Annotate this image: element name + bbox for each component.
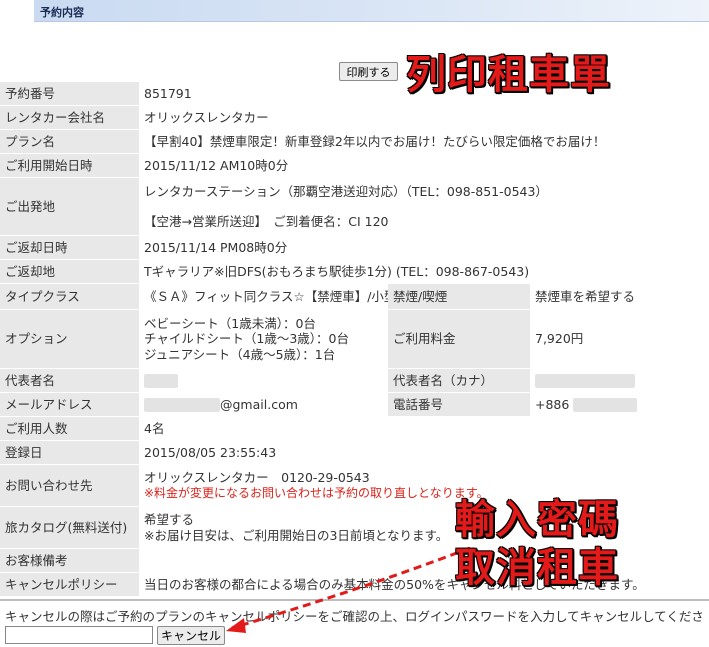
row-registered: 登録日 2015/08/05 23:55:43 (0, 441, 709, 464)
label-return-place: ご返却地 (0, 260, 139, 283)
row-plan: プラン名 【早割40】禁煙車限定！新車登録2年以内でお届け！たびらい限定価格でお… (0, 130, 709, 153)
value-email: @gmail.com (139, 393, 388, 416)
value-phone: +886 (530, 393, 709, 416)
annotation-print-label: 列印租車單 (406, 52, 611, 98)
catalog-note: ※お届け目安は、ご利用開始日の3日前頃となります。 (144, 527, 449, 543)
cancel-button[interactable]: キャンセル (157, 626, 225, 645)
catalog-request: 希望する (144, 511, 195, 527)
value-smoking: 禁煙車を希望する (535, 288, 636, 304)
value-representative-kana (530, 369, 709, 392)
row-people: ご利用人数 4名 (0, 417, 709, 440)
value-catalog: 希望する ※お届け目安は、ご利用開始日の3日前頃となります。 (139, 507, 709, 548)
value-return-place: Tギャラリア※旧DFS(おもろまち駅徒歩1分) (TEL：098-867-054… (144, 263, 530, 279)
value-registered: 2015/08/05 23:55:43 (144, 444, 277, 460)
option-child-seat: チャイルドシート（1歳〜3歳）：0台 (144, 331, 349, 347)
section-header-bar: 予約内容 (34, 0, 709, 22)
label-plan: プラン名 (0, 130, 139, 153)
label-phone: 電話番号 (388, 393, 530, 416)
option-baby-seat: ベビーシート（1歳未満）：0台 (144, 315, 316, 331)
label-cancel-policy: キャンセルポリシー (0, 573, 139, 596)
label-people: ご利用人数 (0, 417, 139, 440)
email-domain: @gmail.com (220, 396, 298, 412)
label-fee: ご利用料金 (388, 310, 530, 368)
redacted-kana (535, 373, 635, 388)
value-type-class: 《ＳＡ》フィット同クラス☆【禁煙車】/小型 (144, 288, 388, 304)
value-contact: オリックスレンタカー 0120-29-0543 ※料金が変更になるお問い合わせは… (139, 465, 709, 506)
label-remarks: お客様備考 (0, 549, 139, 572)
label-type-class: タイプクラス (0, 284, 139, 309)
phone-prefix: +886 (535, 396, 570, 412)
cancel-instructions: キャンセルの際はご予約のプランのキャンセルポリシーをご確認の上、ログインパスワー… (5, 609, 705, 624)
row-type-class: タイプクラス 《ＳＡ》フィット同クラス☆【禁煙車】/小型 禁煙/喫煙 禁煙車を希… (0, 284, 709, 309)
label-start-datetime: ご利用開始日時 (0, 154, 139, 177)
label-reservation-number: 予約番号 (0, 82, 139, 105)
row-return-place: ご返却地 Tギャラリア※旧DFS(おもろまち駅徒歩1分) (TEL：098-86… (0, 260, 709, 283)
label-email: メールアドレス (0, 393, 139, 416)
value-fee: 7,920円 (535, 331, 584, 347)
label-smoking: 禁煙/喫煙 (388, 284, 530, 309)
label-options: オプション (0, 310, 139, 368)
row-company: レンタカー会社名 オリックスレンタカー (0, 106, 709, 129)
value-people: 4名 (144, 420, 165, 436)
password-input[interactable] (5, 626, 153, 644)
value-options: ベビーシート（1歳未満）：0台 チャイルドシート（1歳〜3歳）：0台 ジュニアシ… (139, 310, 388, 368)
row-departure: ご出発地 レンタカーステーション（那覇空港送迎対応）（TEL：098-851-0… (0, 178, 709, 235)
label-departure: ご出発地 (0, 178, 139, 235)
row-email: メールアドレス @gmail.com 電話番号 +886 (0, 393, 709, 416)
section-divider (0, 599, 709, 601)
section-title: 予約内容 (40, 6, 84, 19)
departure-flight: 【空港→営業所送迎】 ご到着便名：CI 120 (144, 213, 389, 229)
label-registered: 登録日 (0, 441, 139, 464)
redacted-name (144, 373, 178, 388)
row-representative: 代表者名 代表者名（カナ） (0, 369, 709, 392)
label-company: レンタカー会社名 (0, 106, 139, 129)
annotation-cancel-label: 取消租車 (455, 545, 619, 591)
contact-phone: オリックスレンタカー 0120-29-0543 (144, 470, 370, 486)
print-button[interactable]: 印刷する (339, 62, 398, 81)
contact-note: ※料金が変更になるお問い合わせは予約の取り直しとなります。 (144, 485, 489, 500)
label-representative: 代表者名 (0, 369, 139, 392)
row-options: オプション ベビーシート（1歳未満）：0台 チャイルドシート（1歳〜3歳）：0台… (0, 310, 709, 368)
option-junior-seat: ジュニアシート（4歳〜5歳）：1台 (144, 346, 336, 362)
value-start-datetime: 2015/11/12 AM10時0分 (144, 157, 289, 173)
value-return-datetime: 2015/11/14 PM08時0分 (144, 239, 288, 255)
label-contact: お問い合わせ先 (0, 465, 139, 506)
value-plan: 【早割40】禁煙車限定！新車登録2年以内でお届け！たびらい限定価格でお届け！ (144, 133, 606, 149)
label-representative-kana: 代表者名（カナ） (388, 369, 530, 392)
value-remarks (139, 549, 709, 572)
value-departure: レンタカーステーション（那覇空港送迎対応）（TEL：098-851-0543） … (139, 178, 709, 235)
label-catalog: 旅カタログ(無料送付) (0, 507, 139, 548)
label-return-datetime: ご返却日時 (0, 236, 139, 259)
value-representative (139, 369, 388, 392)
redacted-phone (573, 397, 638, 412)
row-start-datetime: ご利用開始日時 2015/11/12 AM10時0分 (0, 154, 709, 177)
departure-station: レンタカーステーション（那覇空港送迎対応）（TEL：098-851-0543） (144, 183, 548, 199)
redacted-email-user (144, 397, 220, 412)
value-company: オリックスレンタカー (144, 109, 269, 125)
value-cancel-policy: 当日のお客様の都合による場合のみ基本料金の50%をキャンセル料としていただきます… (144, 576, 645, 592)
row-return-datetime: ご返却日時 2015/11/14 PM08時0分 (0, 236, 709, 259)
